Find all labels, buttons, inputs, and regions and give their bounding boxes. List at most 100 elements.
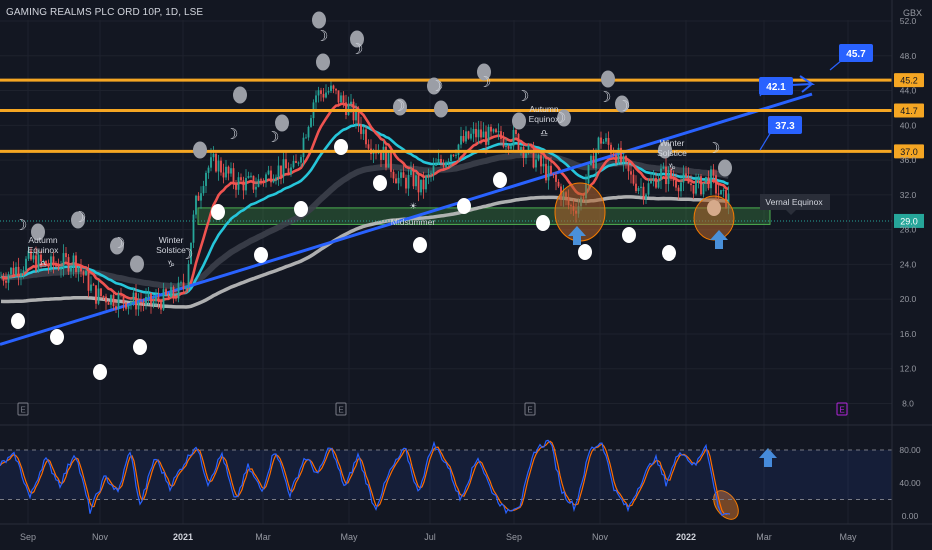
candle-body — [452, 154, 455, 156]
candle-body — [437, 158, 440, 164]
candle-body — [322, 93, 325, 98]
target-label: 45.7 — [846, 49, 866, 60]
candle-body — [262, 180, 265, 182]
candle-body — [697, 176, 700, 180]
time-tick-label: May — [340, 532, 358, 542]
candle-body — [687, 176, 690, 184]
candle-body — [82, 271, 85, 276]
full-moon-icon — [334, 139, 348, 155]
candle-body — [530, 145, 532, 147]
candle-body — [400, 172, 402, 178]
candle-body — [92, 284, 95, 286]
candle-body — [555, 174, 557, 182]
candle-body — [695, 179, 697, 194]
crescent-moon-icon: ☽ — [14, 217, 27, 234]
new-moon-icon — [718, 159, 732, 177]
candle-body — [252, 175, 255, 190]
full-moon-icon — [254, 247, 268, 263]
candle-body — [137, 301, 140, 310]
price-chart[interactable]: 45.241.737.029.0 ☽ ☽☽☽☽ ☽☽☽☽☽ ☽☽☽☽☽☽ Autumn… — [0, 0, 932, 550]
candle-body — [320, 90, 322, 94]
candle-body — [430, 173, 432, 175]
candle-body — [505, 146, 507, 148]
candle-body — [520, 147, 522, 151]
candle-body — [20, 273, 22, 277]
candle-body — [402, 172, 405, 178]
target-label: 42.1 — [766, 82, 786, 93]
candle-body — [392, 171, 395, 179]
candle-body — [497, 131, 500, 133]
candle-body — [642, 186, 645, 200]
oscillator-tick-label: 80.00 — [899, 445, 921, 455]
candle-body — [140, 301, 142, 304]
candle-body — [655, 177, 657, 188]
candle-body — [650, 180, 652, 184]
candle-body — [722, 190, 725, 192]
candle-body — [545, 163, 547, 181]
candle-body — [385, 146, 387, 168]
candle-body — [540, 155, 542, 167]
annotation-winter-solstice: Winter — [660, 138, 685, 148]
candle-body — [485, 131, 487, 145]
candle-body — [80, 267, 82, 272]
candle-body — [22, 270, 25, 274]
candle-body — [187, 263, 190, 287]
price-tick-label: 48.0 — [900, 51, 917, 61]
time-tick-label: Nov — [92, 532, 109, 542]
candle-body — [67, 257, 70, 272]
chart-title: GAMING REALMS PLC ORD 10P, 1D, LSE — [6, 7, 204, 18]
candle-body — [410, 170, 412, 175]
candle-body — [625, 155, 627, 162]
crescent-moon-icon: ☽ — [430, 78, 443, 95]
candle-body — [557, 181, 560, 187]
candle-body — [120, 293, 122, 295]
candle-body — [72, 255, 75, 267]
zodiac-icon: ♎ — [39, 259, 47, 269]
candle-body — [492, 129, 495, 132]
candle-body — [242, 180, 245, 191]
time-tick-label: Jul — [424, 532, 436, 542]
chart-grid — [0, 20, 932, 524]
earnings-markers[interactable]: EEEE — [17, 402, 848, 416]
candle-body — [532, 145, 535, 168]
candle-body — [460, 136, 462, 145]
candle-body — [517, 133, 520, 151]
candle-body — [330, 85, 332, 92]
candle-body — [640, 186, 642, 188]
candle-body — [367, 144, 370, 149]
candle-body — [637, 187, 640, 192]
candle-body — [180, 282, 182, 284]
candle-body — [87, 270, 90, 291]
candle-body — [317, 90, 320, 96]
candle-body — [395, 178, 397, 184]
candle-body — [490, 126, 492, 132]
candle-body — [547, 165, 550, 181]
candle-body — [472, 128, 475, 134]
new-moon-icon — [316, 53, 330, 71]
candle-body — [587, 164, 590, 184]
crescent-moon-icon: ☽ — [598, 89, 611, 106]
candle-body — [342, 95, 345, 103]
candle-body — [307, 126, 310, 138]
candle-body — [717, 193, 720, 195]
sun-icon: ☀ — [409, 201, 417, 211]
candle-body — [17, 266, 20, 277]
new-moon-icon — [233, 86, 247, 104]
level-price-label: 45.2 — [900, 76, 918, 86]
candle-body — [537, 155, 540, 160]
full-moon-icon — [493, 172, 507, 188]
oscillator-band — [0, 450, 892, 500]
candle-body — [125, 302, 127, 309]
candle-body — [337, 90, 340, 103]
candle-body — [255, 186, 257, 190]
candle-body — [600, 137, 602, 144]
candle-body — [32, 255, 35, 260]
candle-body — [5, 280, 7, 283]
candle-body — [660, 168, 662, 180]
candle-body — [340, 95, 342, 103]
full-moon-icon — [50, 329, 64, 345]
candle-body — [605, 138, 607, 142]
candle-body — [95, 285, 97, 304]
candle-body — [705, 176, 707, 183]
candle-body — [175, 297, 177, 299]
